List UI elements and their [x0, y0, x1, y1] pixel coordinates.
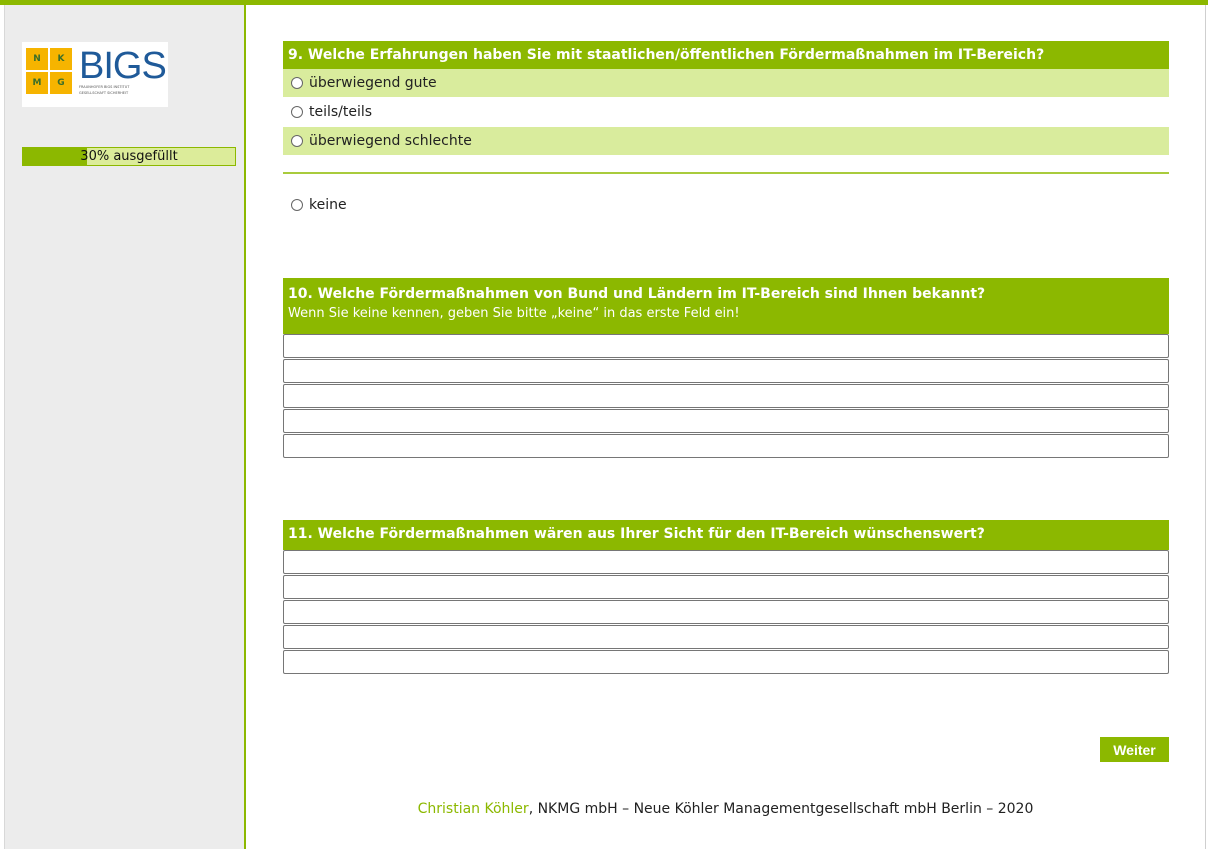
option-label: überwiegend gute: [309, 75, 437, 91]
radio-button[interactable]: [291, 199, 303, 211]
question-9-header: 9. Welche Erfahrungen haben Sie mit staa…: [283, 41, 1169, 69]
question-11-title: 11. Welche Fördermaßnahmen wären aus Ihr…: [288, 526, 985, 542]
q11-answer-field-4[interactable]: [283, 625, 1169, 649]
page-right-border: [1205, 5, 1206, 849]
q11-answer-field-5[interactable]: [283, 650, 1169, 674]
sidebar: N K M G BIGS FRAUNHOFER BIGS INSTITUT GE…: [4, 5, 245, 849]
option-label: teils/teils: [309, 104, 373, 120]
option-label: überwiegend schlechte: [309, 133, 472, 149]
option-separator: [283, 172, 1169, 174]
radio-button[interactable]: [291, 135, 303, 147]
option-label: keine: [309, 197, 347, 213]
footer: Christian Köhler, NKMG mbH – Neue Köhler…: [246, 801, 1205, 817]
question-10-title: 10. Welche Fördermaßnahmen von Bund und …: [288, 286, 986, 302]
progress-label: 30% ausgefüllt: [80, 149, 178, 164]
option-keine[interactable]: keine: [283, 191, 1169, 219]
progress-bar: 30% ausgefüllt: [22, 147, 236, 166]
radio-button[interactable]: [291, 77, 303, 89]
logo-cell-n: N: [26, 48, 48, 70]
q10-answer-field-5[interactable]: [283, 434, 1169, 458]
footer-author: Christian Köhler: [417, 801, 529, 817]
q10-answer-field-3[interactable]: [283, 384, 1169, 408]
sidebar-divider: [244, 5, 246, 849]
q10-answer-field-1[interactable]: [283, 334, 1169, 358]
logo-cell-g: G: [50, 72, 72, 94]
logo-tagline-2: GESELLSCHAFT SICHERHEIT: [79, 91, 129, 95]
q11-answer-field-3[interactable]: [283, 600, 1169, 624]
q10-answer-field-4[interactable]: [283, 409, 1169, 433]
option-teils-teils[interactable]: teils/teils: [283, 98, 1169, 126]
question-10-hint: Wenn Sie keine kennen, geben Sie bitte „…: [288, 306, 740, 321]
question-11-header: 11. Welche Fördermaßnahmen wären aus Ihr…: [283, 520, 1169, 550]
logo-cell-k: K: [50, 48, 72, 70]
logo-tagline-1: FRAUNHOFER BIGS INSTITUT: [79, 85, 130, 89]
option-ueberwiegend-schlechte[interactable]: überwiegend schlechte: [283, 127, 1169, 155]
logo-wordmark: BIGS: [79, 45, 167, 87]
option-ueberwiegend-gute[interactable]: überwiegend gute: [283, 69, 1169, 97]
question-9-title: 9. Welche Erfahrungen haben Sie mit staa…: [288, 47, 1045, 63]
bigs-logo: N K M G BIGS FRAUNHOFER BIGS INSTITUT GE…: [22, 42, 168, 107]
footer-company: , NKMG mbH – Neue Köhler Managementgesel…: [528, 801, 1034, 817]
logo-cell-m: M: [26, 72, 48, 94]
q11-answer-field-2[interactable]: [283, 575, 1169, 599]
radio-button[interactable]: [291, 106, 303, 118]
q11-answer-field-1[interactable]: [283, 550, 1169, 574]
next-button[interactable]: Weiter: [1100, 737, 1169, 762]
q10-answer-field-2[interactable]: [283, 359, 1169, 383]
question-10-header: 10. Welche Fördermaßnahmen von Bund und …: [283, 278, 1169, 334]
